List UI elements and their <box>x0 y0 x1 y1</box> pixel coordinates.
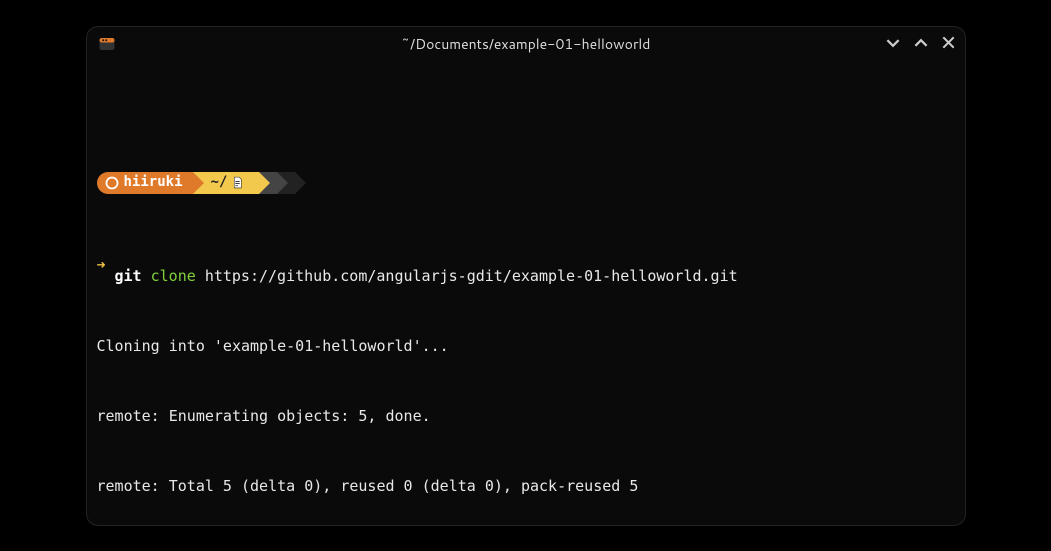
minimize-button[interactable] <box>886 36 900 52</box>
command-argument: https://github.com/angularjs-gdit/exampl… <box>205 267 738 285</box>
titlebar: ~/Documents/example-01-helloworld <box>87 27 965 61</box>
output-line: Cloning into 'example-01-helloworld'... <box>97 335 955 358</box>
output-line: remote: Enumerating objects: 5, done. <box>97 405 955 428</box>
window-title: ~/Documents/example-01-helloworld <box>87 34 965 54</box>
app-icon <box>97 34 117 54</box>
close-button[interactable] <box>942 36 955 51</box>
command-subcommand: clone <box>151 267 196 285</box>
window-controls <box>886 36 955 52</box>
prompt-arrow-icon: ➜ <box>97 254 109 277</box>
maximize-button[interactable] <box>914 36 928 52</box>
command-binary: git <box>115 267 142 285</box>
command-line: ➜ git clone https://github.com/angularjs… <box>97 242 955 289</box>
prompt-user: hiiruki <box>124 172 183 194</box>
fedora-icon <box>105 176 119 190</box>
prompt-path: ~/ <box>211 172 228 194</box>
output-line: remote: Total 5 (delta 0), reused 0 (del… <box>97 475 955 498</box>
folder-icon <box>231 176 244 189</box>
prompt: hiiruki ~/ <box>97 172 955 194</box>
terminal-window: ~/Documents/example-01-helloworld hiiruk… <box>86 26 966 526</box>
prompt-user-segment: hiiruki <box>97 172 193 194</box>
terminal-body[interactable]: hiiruki ~/ ➜ git clone https://github.co… <box>87 61 965 525</box>
